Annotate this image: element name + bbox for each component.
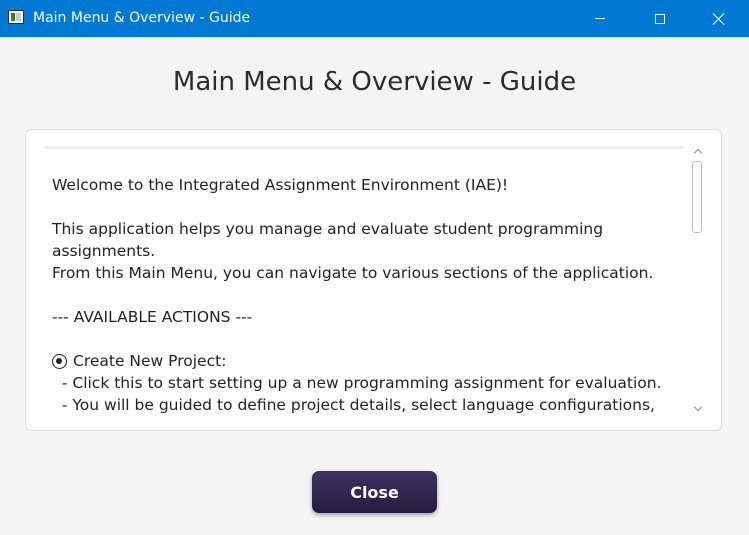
action-detail-2: - You will be guided to define project d…	[52, 396, 655, 414]
radio-selected-icon	[52, 353, 67, 369]
maximize-button[interactable]	[637, 0, 683, 37]
scroll-thumb[interactable]	[692, 161, 702, 233]
guide-text: Welcome to the Integrated Assignment Env…	[52, 174, 692, 416]
chevron-up-icon	[693, 148, 702, 158]
close-icon	[712, 12, 726, 26]
action-title: Create New Project:	[73, 352, 227, 370]
window-close-button[interactable]	[696, 0, 742, 37]
divider	[44, 146, 684, 149]
window-title: Main Menu & Overview - Guide	[33, 10, 251, 26]
scroll-up-button[interactable]	[689, 144, 706, 158]
guide-text-area[interactable]: Welcome to the Integrated Assignment Env…	[44, 146, 696, 416]
minimize-button[interactable]	[577, 0, 623, 37]
action-detail-1: - Click this to start setting up a new p…	[52, 374, 662, 392]
guide-panel: Welcome to the Integrated Assignment Env…	[25, 129, 722, 431]
action-create-project: Create New Project:	[52, 350, 692, 372]
scroll-down-button[interactable]	[689, 402, 706, 416]
intro-line-2: assignments.	[52, 242, 156, 260]
welcome-text: Welcome to the Integrated Assignment Env…	[52, 176, 509, 194]
page-heading: Main Menu & Overview - Guide	[172, 67, 577, 97]
intro-line-1: This application helps you manage and ev…	[52, 220, 604, 238]
app-icon	[8, 10, 24, 24]
vertical-scrollbar[interactable]	[689, 144, 706, 416]
close-button[interactable]: Close	[312, 471, 437, 513]
chevron-down-icon	[693, 402, 702, 412]
intro-line-3: From this Main Menu, you can navigate to…	[52, 264, 654, 282]
section-header: --- AVAILABLE ACTIONS ---	[52, 308, 253, 326]
maximize-icon	[655, 13, 665, 24]
minimize-icon	[595, 18, 605, 19]
title-bar: Main Menu & Overview - Guide	[0, 0, 749, 37]
